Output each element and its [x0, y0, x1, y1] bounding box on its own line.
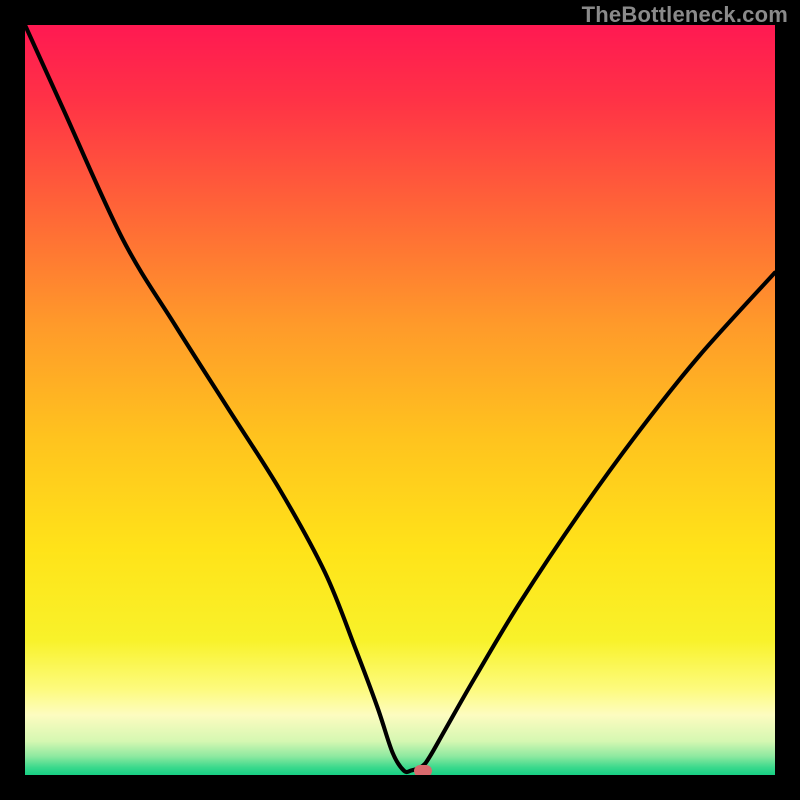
bottleneck-curve — [25, 25, 775, 775]
chart-frame: TheBottleneck.com — [0, 0, 800, 800]
plot-area — [25, 25, 775, 775]
optimum-marker — [414, 765, 432, 776]
